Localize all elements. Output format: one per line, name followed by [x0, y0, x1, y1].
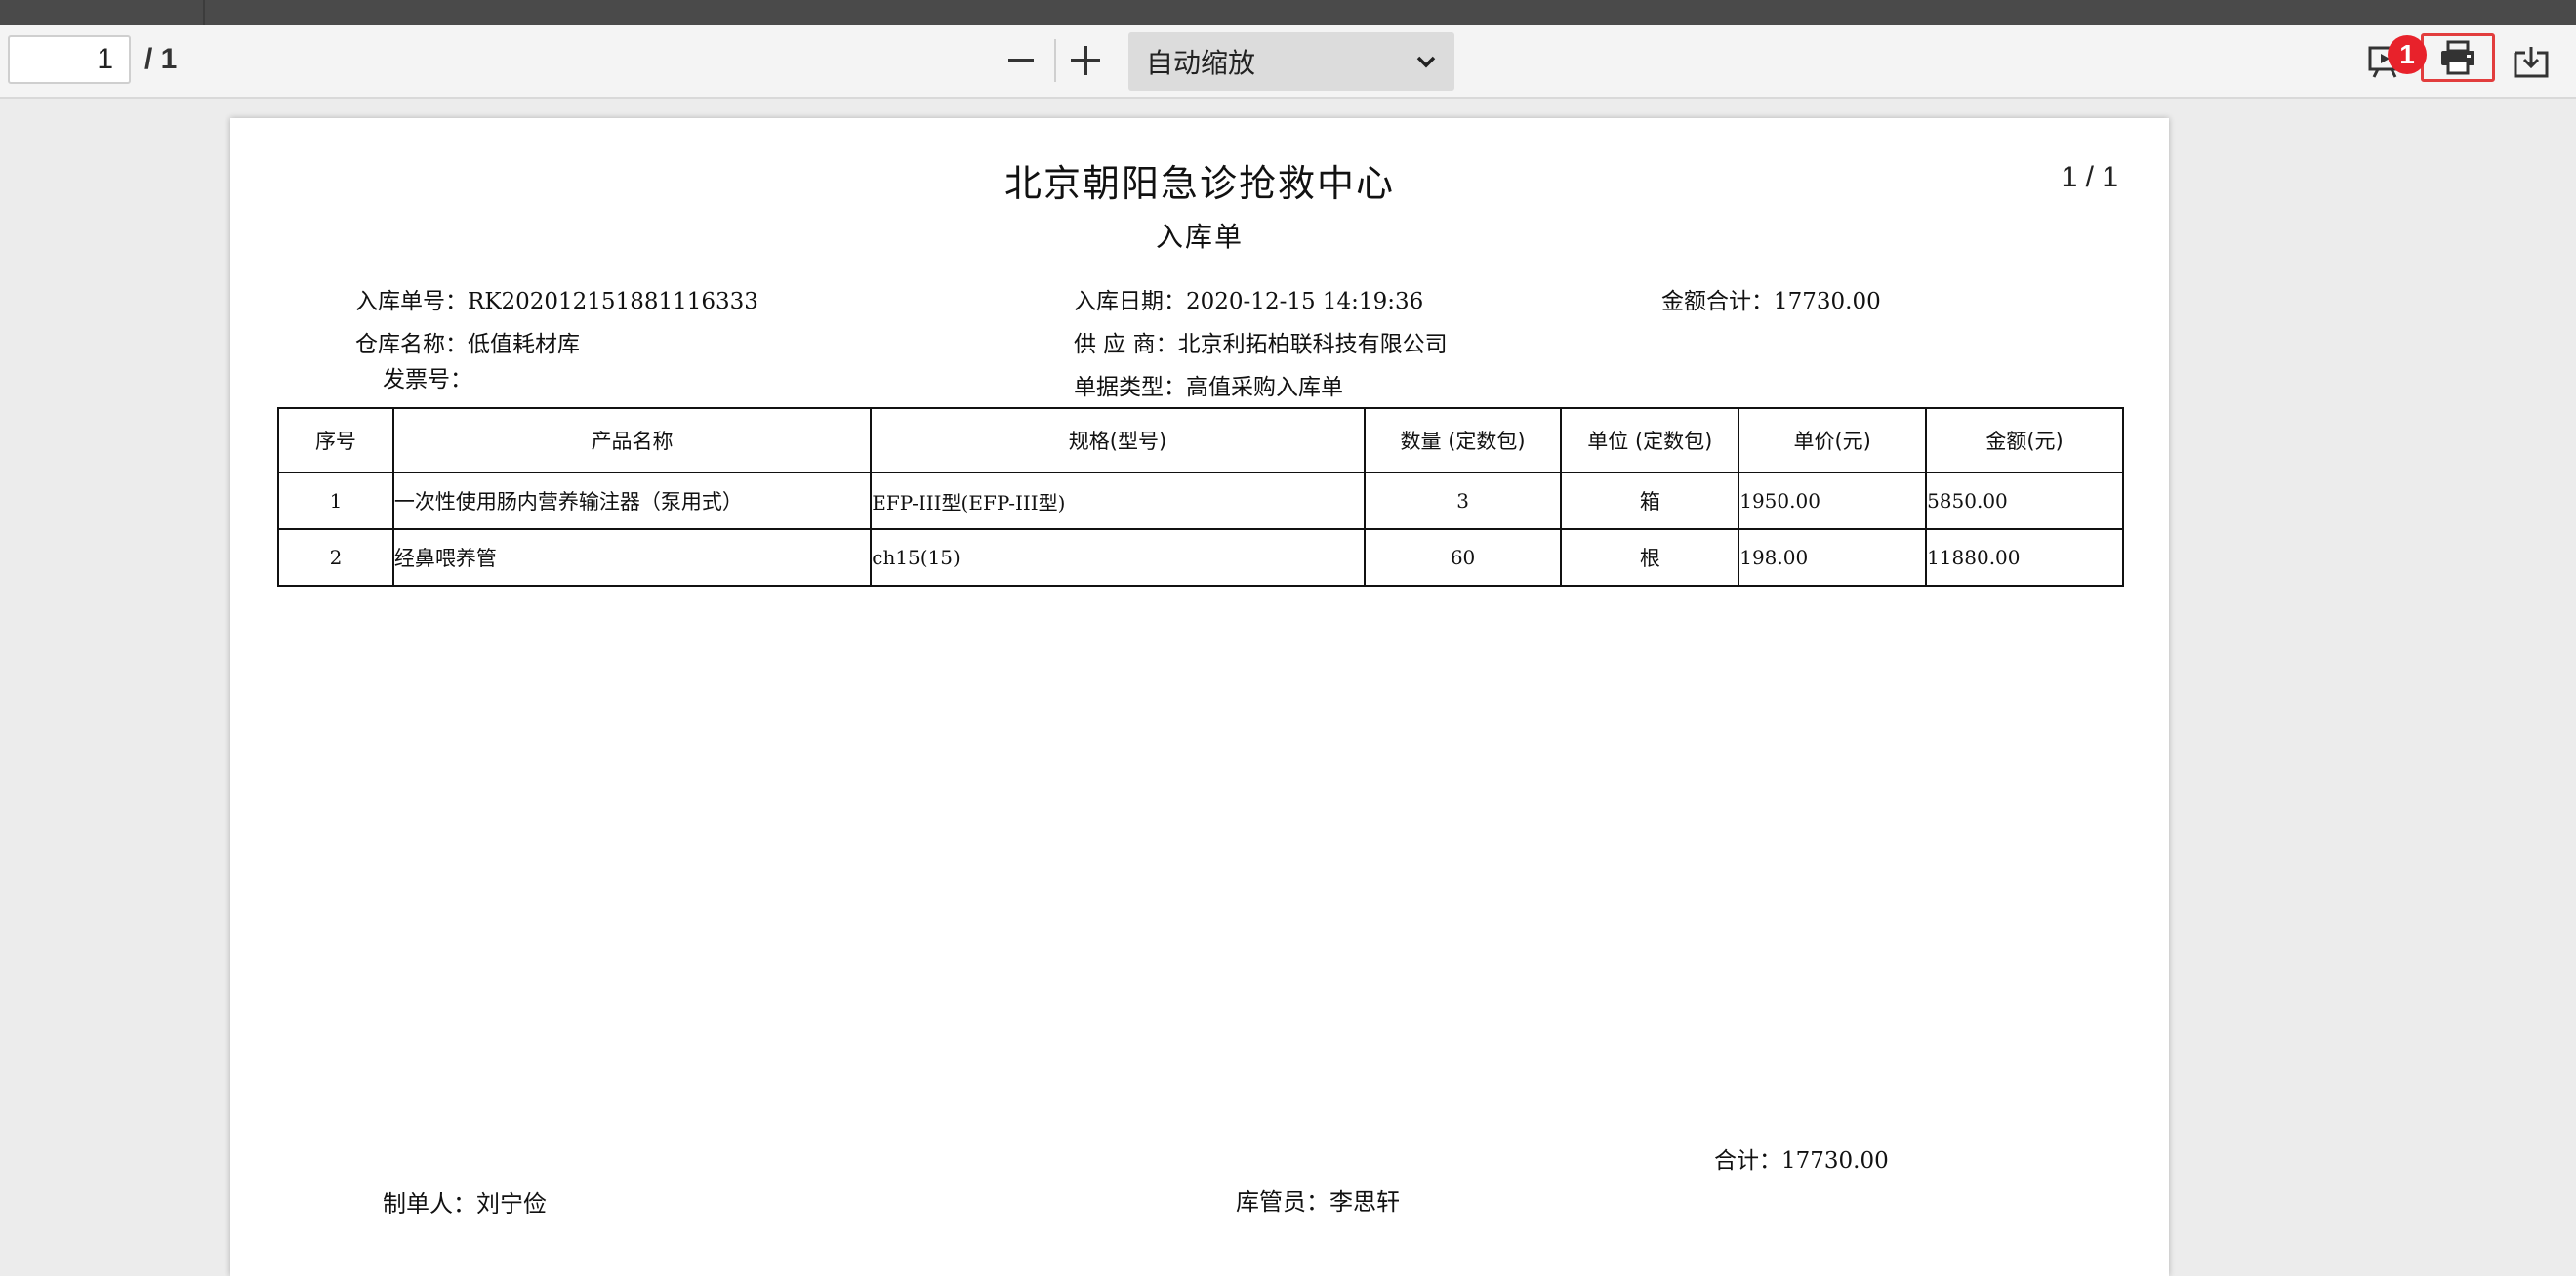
toolbar-separator	[1054, 39, 1056, 82]
table-cell: 一次性使用肠内营养输注器（泵用式）	[391, 472, 873, 530]
grand-total: 合计：17730.00	[1714, 1141, 1889, 1174]
maker-label: 制单人：	[383, 1190, 476, 1217]
table-cell: 1	[277, 472, 394, 530]
keeper-label: 库管员：	[1236, 1188, 1329, 1215]
warehouse-keeper: 库管员：李思轩	[1236, 1182, 1400, 1216]
field-label: 单据类型：	[1074, 375, 1186, 400]
document-page: 北京朝阳急诊抢救中心 1 / 1 入库单 入库单号：RK202012151881…	[230, 118, 2169, 1276]
items-table: 序号 产品名称 规格(型号) 数量 (定数包) 单位 (定数包) 单价(元) 金…	[277, 407, 2124, 587]
table-row: 1 一次性使用肠内营养输注器（泵用式） EFP-III型(EFP-III型) 3…	[277, 472, 2124, 530]
column-header: 规格(型号)	[870, 407, 1366, 473]
field-value: 北京利拓柏联科技有限公司	[1177, 332, 1448, 357]
field-label: 入库日期：	[1074, 289, 1186, 314]
column-header: 单位 (定数包)	[1560, 407, 1740, 473]
document-type-field: 单据类型：高值采购入库单	[1074, 368, 1343, 401]
page-number-input[interactable]	[8, 35, 131, 84]
order-number-field: 入库单号：RK202012151881116333	[355, 282, 758, 315]
table-cell: 1950.00	[1738, 472, 1928, 530]
invoice-field: 发票号：	[383, 360, 472, 393]
warehouse-field: 仓库名称：低值耗材库	[355, 325, 580, 358]
document-title: 北京朝阳急诊抢救中心	[1003, 162, 1395, 205]
amount-total-field: 金额合计：17730.00	[1661, 282, 1881, 315]
column-header: 产品名称	[391, 407, 873, 473]
zoom-out-button[interactable]	[1000, 39, 1043, 82]
field-label: 仓库名称：	[355, 332, 468, 357]
field-label: 供 应 商：	[1074, 332, 1178, 357]
table-cell: 60	[1363, 528, 1563, 587]
table-cell: 3	[1363, 472, 1563, 530]
document-subtitle: 入库单	[1155, 221, 1244, 253]
table-cell: 根	[1560, 528, 1740, 587]
table-row: 2 经鼻喂养管 ch15(15) 60 根 198.00 11880.00	[277, 528, 2124, 587]
download-button[interactable]	[2507, 37, 2556, 86]
step-badge: 1	[2388, 35, 2427, 74]
column-header: 金额(元)	[1925, 407, 2124, 473]
zoom-select-value: 自动缩放	[1146, 47, 1256, 79]
table-cell: 箱	[1560, 472, 1740, 530]
strip-divider	[203, 0, 205, 25]
plus-icon	[1071, 46, 1100, 75]
field-value: 高值采购入库单	[1186, 375, 1343, 400]
keeper-name: 李思轩	[1329, 1188, 1400, 1215]
table-cell: 经鼻喂养管	[391, 528, 873, 587]
printer-icon	[2441, 40, 2474, 75]
supplier-field: 供 应 商：北京利拓柏联科技有限公司	[1074, 325, 1448, 358]
field-value: 17730.00	[1774, 289, 1881, 314]
field-label: 发票号：	[383, 367, 472, 392]
total-value: 17730.00	[1781, 1148, 1889, 1173]
table-cell: ch15(15)	[870, 528, 1366, 587]
table-cell: EFP-III型(EFP-III型)	[870, 472, 1366, 530]
print-button[interactable]	[2421, 33, 2495, 82]
download-icon	[2514, 47, 2549, 78]
pdf-toolbar: / 1 自动缩放 1	[0, 25, 2576, 99]
zoom-in-button[interactable]	[1064, 39, 1107, 82]
table-cell: 198.00	[1738, 528, 1928, 587]
entry-date-field: 入库日期：2020-12-15 14:19:36	[1074, 282, 1423, 315]
minus-icon	[1008, 59, 1034, 62]
document-maker: 制单人：刘宁俭	[383, 1184, 547, 1218]
chevron-down-icon	[1416, 56, 1436, 68]
table-cell: 5850.00	[1925, 472, 2124, 530]
document-viewer[interactable]: 北京朝阳急诊抢救中心 1 / 1 入库单 入库单号：RK202012151881…	[0, 99, 2576, 1276]
column-header: 单价(元)	[1738, 407, 1928, 473]
table-header-row: 序号 产品名称 规格(型号) 数量 (定数包) 单位 (定数包) 单价(元) 金…	[277, 407, 2124, 473]
document-page-indicator: 1 / 1	[2061, 161, 2118, 193]
window-top-strip	[0, 0, 2576, 25]
column-header: 序号	[277, 407, 394, 473]
column-header: 数量 (定数包)	[1363, 407, 1563, 473]
field-label: 入库单号：	[355, 289, 468, 314]
maker-name: 刘宁俭	[476, 1190, 547, 1217]
field-value: 2020-12-15 14:19:36	[1186, 289, 1424, 314]
zoom-select[interactable]: 自动缩放	[1128, 32, 1454, 91]
field-value: RK202012151881116333	[468, 289, 758, 314]
page-count-label: / 1	[144, 43, 178, 75]
table-cell: 2	[277, 528, 394, 587]
field-value: 低值耗材库	[468, 332, 580, 357]
total-label: 合计：	[1714, 1148, 1781, 1173]
field-label: 金额合计：	[1661, 289, 1774, 314]
table-cell: 11880.00	[1925, 528, 2124, 587]
